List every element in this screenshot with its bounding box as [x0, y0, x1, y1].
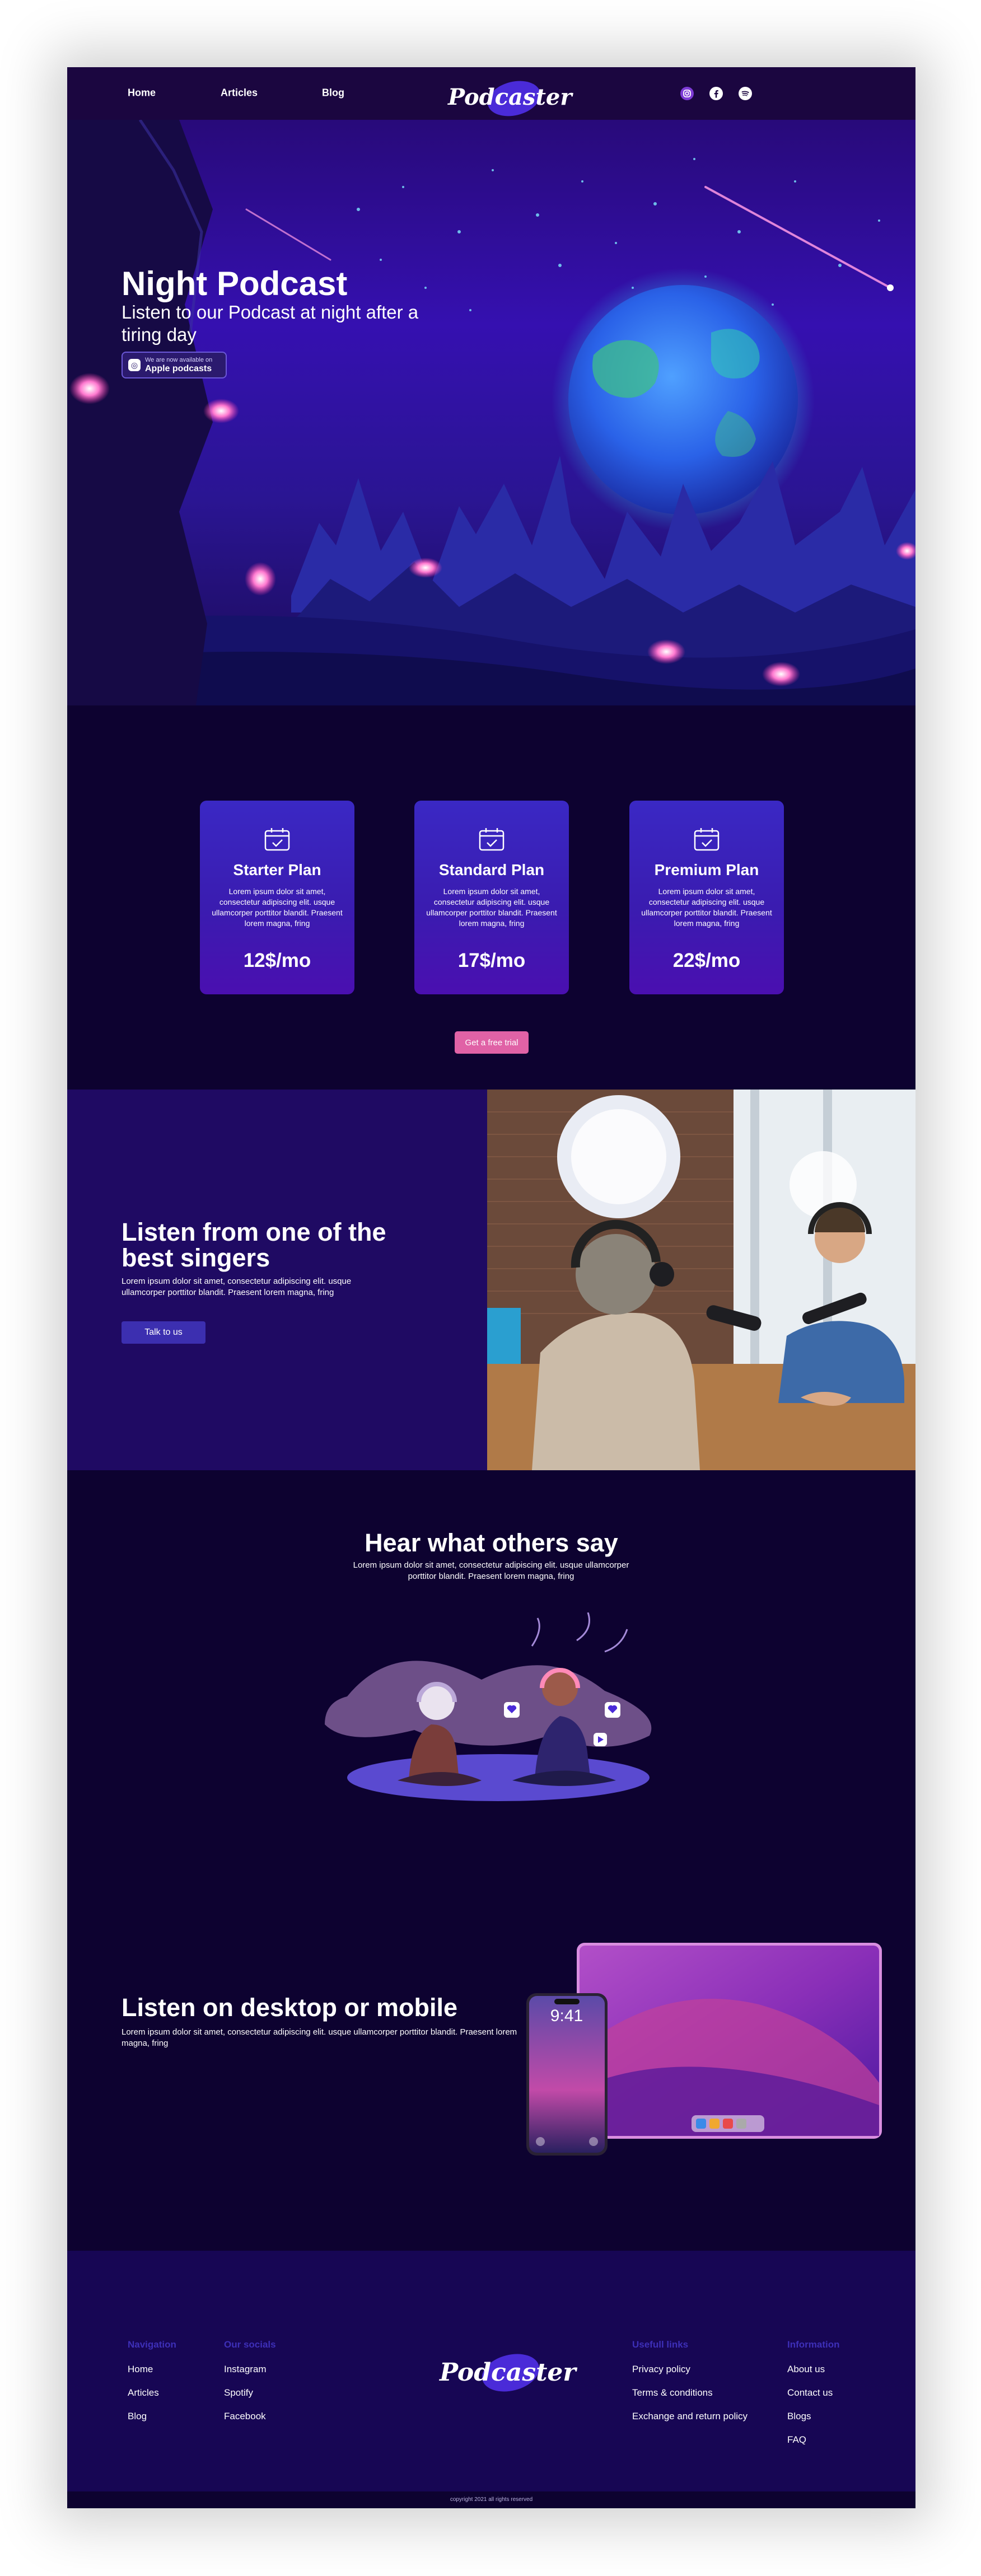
- footer-link-exchange[interactable]: Exchange and return policy: [632, 2411, 748, 2434]
- footer-link-contact[interactable]: Contact us: [787, 2387, 840, 2411]
- footer-link-facebook[interactable]: Facebook: [224, 2411, 276, 2434]
- phone-clock: 9:41: [550, 2007, 583, 2025]
- copyright-text: copyright 2021 all rights reserved: [67, 2491, 915, 2508]
- plan-price: 22$/mo: [672, 950, 741, 971]
- devices-illustration: 9:41: [524, 1937, 882, 2161]
- podcast-studio-photo: [487, 1090, 915, 1470]
- nav-link-articles[interactable]: Articles: [221, 87, 258, 99]
- footer-link-faq[interactable]: FAQ: [787, 2434, 840, 2458]
- devices-description: Lorem ipsum dolor sit amet, consectetur …: [122, 2027, 517, 2048]
- footer-link-privacy[interactable]: Privacy policy: [632, 2364, 748, 2387]
- footer-link-blogs[interactable]: Blogs: [787, 2411, 840, 2434]
- singers-section: Listen from one of the best singers Lore…: [67, 1090, 915, 1470]
- nav-link-blog[interactable]: Blog: [322, 87, 344, 99]
- apple-podcasts-badge[interactable]: ◎ We are now available on Apple podcasts: [122, 352, 227, 378]
- reviews-description: Lorem ipsum dolor sit amet, consectetur …: [353, 1560, 629, 1581]
- apple-podcasts-icon: ◎: [128, 359, 141, 371]
- footer-column-navigation: Navigation Home Articles Blog: [128, 2339, 176, 2434]
- page-frame: Home Articles Blog Podcaster Night Podca…: [67, 67, 915, 2508]
- footer-link-terms[interactable]: Terms & conditions: [632, 2387, 748, 2411]
- footer-heading: Navigation: [128, 2339, 176, 2350]
- free-trial-button[interactable]: Get a free trial: [455, 1031, 529, 1054]
- reviews-title: Hear what others say: [365, 1528, 618, 1557]
- plan-price: 12$/mo: [243, 950, 311, 971]
- footer-link-about[interactable]: About us: [787, 2364, 840, 2387]
- plan-price: 17$/mo: [457, 950, 526, 971]
- footer: Navigation Home Articles Blog Our social…: [67, 2251, 915, 2491]
- plan-description: Lorem ipsum dolor sit amet, consectetur …: [641, 887, 772, 928]
- plan-description: Lorem ipsum dolor sit amet, consectetur …: [426, 887, 557, 928]
- footer-column-socials: Our socials Instagram Spotify Facebook: [224, 2339, 276, 2434]
- footer-heading: Usefull links: [632, 2339, 689, 2350]
- talk-to-us-button[interactable]: Talk to us: [122, 1321, 205, 1344]
- devices-title: Listen on desktop or mobile: [122, 1993, 458, 2022]
- footer-link-articles[interactable]: Articles: [128, 2387, 176, 2411]
- badge-caption: We are now available on: [145, 356, 213, 363]
- plan-card-standard[interactable]: Standard Plan Lorem ipsum dolor sit amet…: [414, 801, 569, 994]
- hero-section: Night Podcast Listen to our Podcast at n…: [67, 120, 915, 705]
- badge-title: Apple podcasts: [145, 363, 212, 373]
- footer-heading: Our socials: [224, 2339, 276, 2350]
- footer-link-home[interactable]: Home: [128, 2364, 176, 2387]
- brand-logo[interactable]: Podcaster: [448, 74, 572, 121]
- singers-description: Lorem ipsum dolor sit amet, consectetur …: [122, 1277, 352, 1297]
- plan-name: Standard Plan: [438, 861, 545, 878]
- brand-logo-text: Podcaster: [448, 84, 572, 110]
- footer-column-useful-links: Usefull links Privacy policy Terms & con…: [632, 2339, 748, 2434]
- plan-description: Lorem ipsum dolor sit amet, consectetur …: [212, 887, 343, 928]
- instagram-icon[interactable]: [680, 86, 694, 101]
- plan-name: Starter Plan: [233, 861, 321, 878]
- facebook-icon[interactable]: [709, 86, 723, 101]
- nav-link-home[interactable]: Home: [128, 87, 156, 99]
- calendar-check-icon: [479, 828, 504, 851]
- plan-name: Premium Plan: [654, 861, 759, 878]
- hero-illustration: [67, 120, 915, 705]
- calendar-check-icon: [694, 828, 720, 851]
- hero-subtitle: Listen to our Podcast at night after a t…: [122, 302, 419, 345]
- footer-link-spotify[interactable]: Spotify: [224, 2387, 276, 2411]
- footer-link-blog[interactable]: Blog: [128, 2411, 176, 2434]
- listeners-illustration: [314, 1612, 672, 1814]
- hero-title: Night Podcast: [122, 265, 348, 302]
- footer-brand-logo[interactable]: Podcaster: [440, 2346, 576, 2397]
- footer-link-instagram[interactable]: Instagram: [224, 2364, 276, 2387]
- plan-card-premium[interactable]: Premium Plan Lorem ipsum dolor sit amet,…: [629, 801, 784, 994]
- footer-heading: Information: [787, 2339, 840, 2350]
- calendar-check-icon: [264, 828, 290, 851]
- spotify-icon[interactable]: [738, 86, 753, 101]
- footer-column-information: Information About us Contact us Blogs FA…: [787, 2339, 840, 2458]
- top-navigation: Home Articles Blog Podcaster: [67, 67, 915, 121]
- singers-title: Listen from one of the best singers: [122, 1218, 386, 1272]
- plan-card-starter[interactable]: Starter Plan Lorem ipsum dolor sit amet,…: [200, 801, 354, 994]
- footer-brand-text: Podcaster: [440, 2358, 576, 2387]
